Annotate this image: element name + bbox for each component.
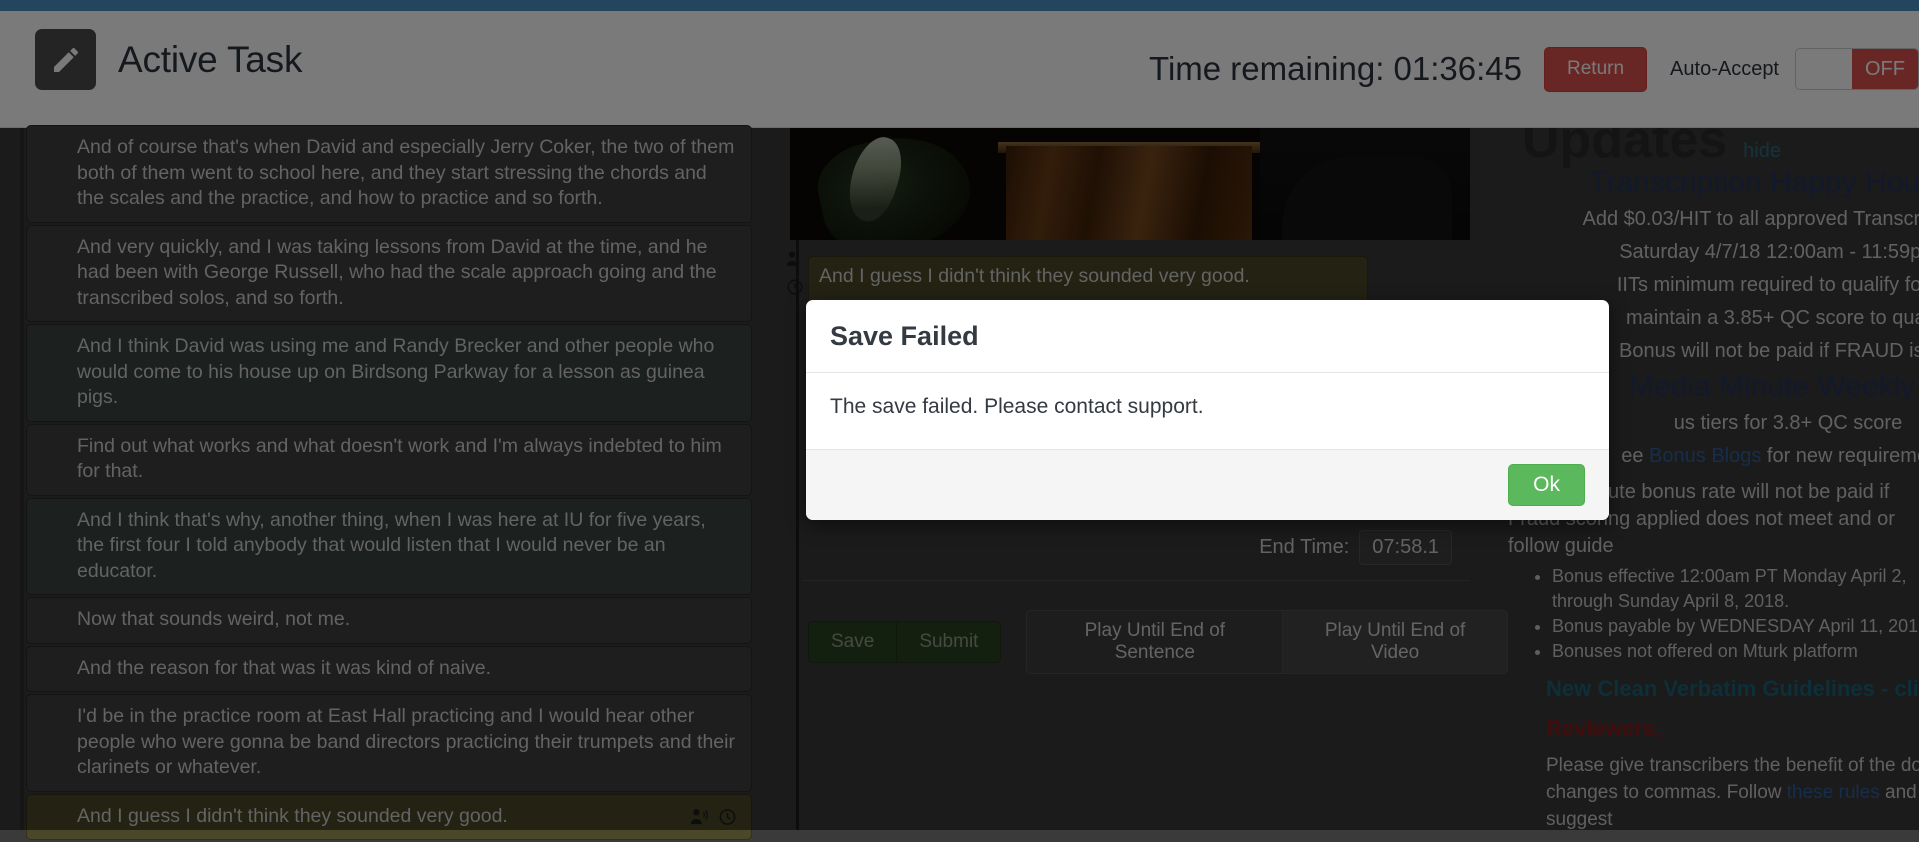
dialog-message: The save failed. Please contact support. bbox=[830, 395, 1204, 418]
dialog-title: Save Failed bbox=[830, 321, 979, 351]
dialog-footer: Ok bbox=[806, 449, 1609, 520]
dialog-body: The save failed. Please contact support. bbox=[806, 373, 1609, 449]
dialog-header: Save Failed bbox=[806, 300, 1609, 373]
dialog-ok-button[interactable]: Ok bbox=[1508, 464, 1585, 506]
save-failed-dialog: Save Failed The save failed. Please cont… bbox=[806, 300, 1609, 520]
